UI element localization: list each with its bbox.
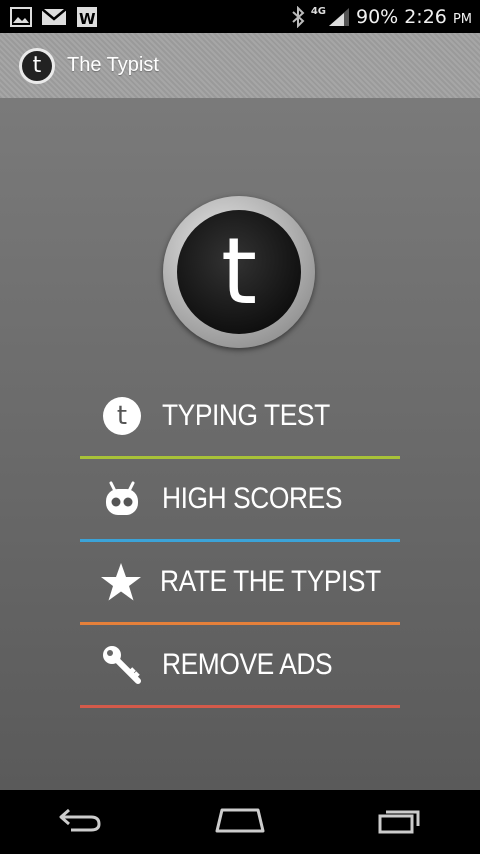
home-icon: [214, 806, 266, 839]
word-icon: W: [76, 6, 98, 28]
high-scores-button[interactable]: HIGH SCORES: [80, 459, 400, 542]
main-content: t t TYPING TEST HIGH SCORES RATE THE TYP…: [0, 98, 480, 790]
app-logo-letter: t: [177, 210, 301, 334]
action-bar: t The Typist: [0, 33, 480, 98]
main-menu: t TYPING TEST HIGH SCORES RATE THE TYPIS…: [80, 376, 400, 708]
star-icon: [100, 560, 142, 604]
back-button[interactable]: [50, 802, 110, 842]
home-button[interactable]: [210, 802, 270, 842]
app-title: The Typist: [67, 54, 159, 76]
remove-ads-label: REMOVE ADS: [162, 648, 333, 681]
typing-test-button[interactable]: t TYPING TEST: [80, 376, 400, 459]
clock: 2:26 PM: [404, 5, 472, 28]
status-bar: W 4G 90% 2:26 PM: [0, 0, 480, 33]
gallery-icon: [10, 6, 32, 27]
recents-button[interactable]: [370, 802, 430, 842]
signal-icon: [328, 7, 350, 27]
battery-level: 90%: [355, 5, 399, 28]
rate-the-typist-button[interactable]: RATE THE TYPIST: [80, 542, 400, 625]
back-icon: [57, 806, 103, 839]
high-scores-label: HIGH SCORES: [162, 482, 342, 515]
recents-icon: [376, 806, 424, 839]
network-type: 4G: [310, 6, 326, 17]
app-logo: t: [163, 196, 315, 348]
gmail-icon: [41, 7, 67, 27]
app-icon[interactable]: t: [19, 47, 55, 84]
robot-icon: [100, 477, 144, 521]
bluetooth-icon: [291, 5, 305, 28]
typing-test-label: TYPING TEST: [162, 399, 330, 432]
typist-t-icon: t: [100, 394, 144, 438]
svg-text:W: W: [79, 10, 96, 28]
remove-ads-button[interactable]: REMOVE ADS: [80, 625, 400, 708]
navigation-bar: [0, 790, 480, 854]
rate-the-typist-label: RATE THE TYPIST: [160, 565, 381, 598]
key-icon: [100, 643, 144, 687]
